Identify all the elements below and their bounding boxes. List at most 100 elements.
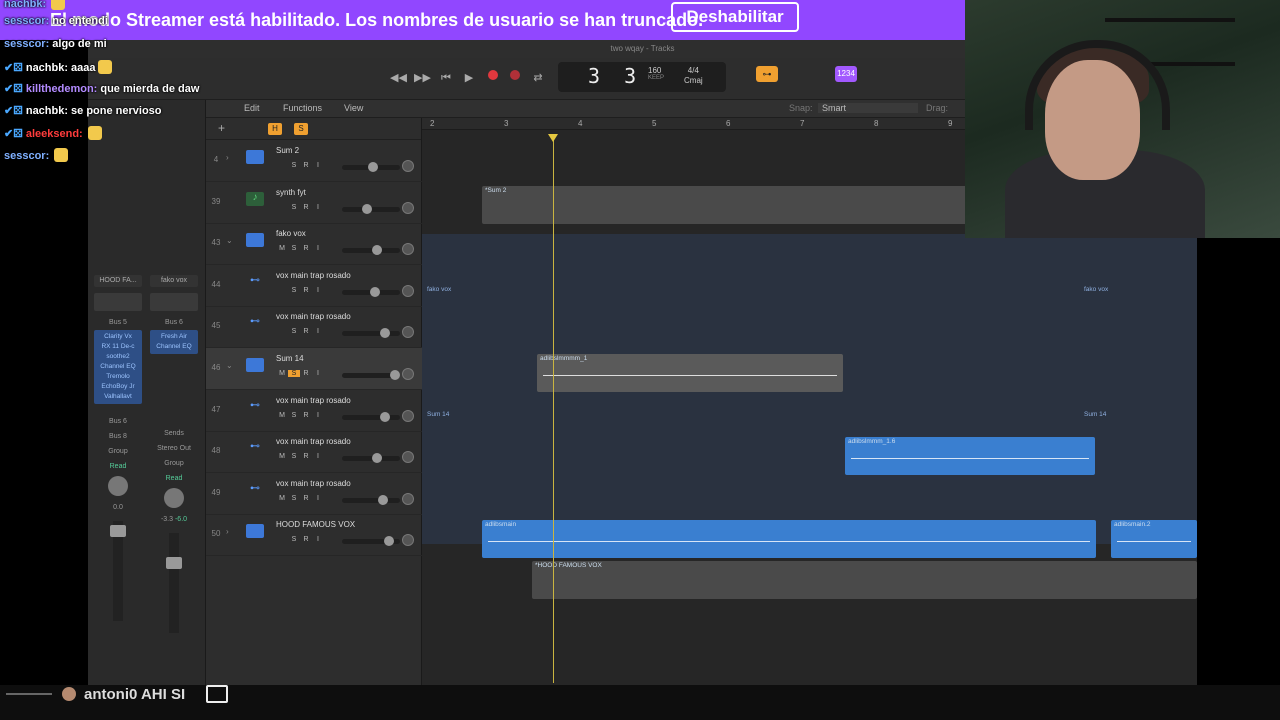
track-i-button[interactable]: I	[312, 370, 324, 377]
volume-slider[interactable]	[342, 328, 400, 339]
chat-username[interactable]: sesscor:	[4, 15, 49, 27]
pan-knob[interactable]	[402, 368, 414, 380]
track-s-button[interactable]: S	[288, 245, 300, 252]
track-name[interactable]: HOOD FAMOUS VOX	[276, 520, 355, 529]
send-slot[interactable]: Sends	[150, 430, 198, 437]
chat-username[interactable]: killthedemon:	[26, 83, 98, 95]
region-adlib1[interactable]: adlibslmmmm_1	[537, 354, 843, 392]
track-r-button[interactable]: R	[300, 370, 312, 377]
pan-knob[interactable]	[108, 476, 128, 496]
volume-slider[interactable]	[342, 162, 400, 172]
solo-all-button[interactable]: S	[294, 123, 308, 135]
plugin-slot[interactable]: soothe2	[96, 352, 140, 362]
plugin-slots[interactable]: Clarity Vx RX 11 De-c soothe2 Channel EQ…	[94, 330, 142, 404]
track-s-button[interactable]: S	[288, 453, 300, 460]
plugin-slot[interactable]: Channel EQ	[152, 342, 196, 352]
plugin-slot[interactable]: RX 11 De-c	[96, 342, 140, 352]
automation-mode[interactable]: Read	[150, 475, 198, 482]
track-name[interactable]: vox main trap rosado	[276, 271, 351, 280]
send-slot[interactable]: Bus 6	[94, 418, 142, 425]
plugin-slot[interactable]: Channel EQ	[96, 362, 140, 372]
region-adlib2[interactable]: adlibslmmm_1.6	[845, 437, 1095, 475]
add-track-icon[interactable]: +	[218, 121, 225, 135]
disclosure-icon[interactable]: ›	[226, 527, 229, 536]
disclosure-icon[interactable]: ⌄	[226, 361, 233, 370]
automation-mode[interactable]: Read	[94, 463, 142, 470]
volume-fader[interactable]	[110, 521, 126, 621]
pan-knob[interactable]	[402, 326, 414, 339]
output-slot[interactable]: Stereo Out	[150, 445, 198, 452]
track-name[interactable]: Sum 2	[276, 146, 299, 155]
track-r-button[interactable]: R	[300, 204, 312, 211]
pan-knob[interactable]	[402, 451, 414, 464]
track-s-button[interactable]: S	[288, 287, 300, 294]
track-s-button[interactable]: S	[288, 328, 300, 335]
group-slot[interactable]: Group	[150, 460, 198, 467]
plugin-slot[interactable]: Fresh Air	[152, 332, 196, 342]
track-r-button[interactable]: R	[300, 495, 312, 502]
view-menu[interactable]: View	[344, 103, 363, 113]
track-r-button[interactable]: R	[300, 328, 312, 335]
pan-knob[interactable]	[402, 284, 414, 297]
track-s-button[interactable]: S	[288, 204, 300, 211]
track-r-button[interactable]: R	[300, 287, 312, 294]
track-i-button[interactable]: I	[312, 204, 324, 211]
volume-slider[interactable]	[342, 370, 400, 380]
pan-knob[interactable]	[402, 534, 414, 547]
chat-username[interactable]: nachbk:	[26, 62, 68, 74]
track-r-button[interactable]: R	[300, 162, 312, 169]
pan-knob[interactable]	[402, 409, 414, 422]
rewind-icon[interactable]: ◀◀	[390, 70, 407, 86]
disable-button[interactable]: Deshabilitar	[671, 2, 799, 32]
volume-fader[interactable]	[166, 533, 182, 633]
track-s-button[interactable]: S	[288, 536, 300, 543]
fader-cap[interactable]	[110, 525, 126, 537]
playhead[interactable]	[553, 138, 554, 683]
plugin-slot[interactable]: Tremolo	[96, 372, 140, 382]
bus-slot[interactable]: Bus 5	[94, 319, 142, 326]
edit-menu[interactable]: Edit	[244, 103, 260, 113]
capture-record-icon[interactable]	[510, 70, 520, 80]
fader-cap[interactable]	[166, 557, 182, 569]
track-i-button[interactable]: I	[312, 287, 324, 294]
pan-knob[interactable]	[164, 488, 184, 508]
group-slot[interactable]: Group	[94, 448, 142, 455]
playhead-marker[interactable]	[548, 134, 558, 142]
track-s-button[interactable]: S	[288, 495, 300, 502]
track-name[interactable]: vox main trap rosado	[276, 312, 351, 321]
track-i-button[interactable]: I	[312, 245, 324, 252]
bus-slot[interactable]: Bus 6	[150, 319, 198, 326]
record-icon[interactable]	[488, 70, 498, 80]
region-adlibsmain2[interactable]: adlibsmain.2	[1111, 520, 1197, 558]
chat-username[interactable]: sesscor:	[4, 38, 49, 50]
track-s-button[interactable]: S	[288, 412, 300, 419]
track-name[interactable]: fako vox	[276, 229, 306, 238]
track-row[interactable]: 50 › HOOD FAMOUS VOX S R I	[206, 514, 422, 557]
track-s-button[interactable]: S	[288, 162, 300, 169]
eq-thumbnail[interactable]	[94, 293, 142, 311]
chat-username[interactable]: nachbk:	[4, 0, 46, 10]
hide-button[interactable]: H	[268, 123, 282, 135]
track-m-button[interactable]: M	[276, 453, 288, 460]
chat-username[interactable]: aleeksend:	[26, 128, 83, 140]
pan-knob[interactable]	[402, 492, 414, 505]
region-adlibsmain[interactable]: adlibsmain	[482, 520, 1096, 558]
volume-slider[interactable]	[342, 203, 400, 214]
track-r-button[interactable]: R	[300, 412, 312, 419]
track-i-button[interactable]: I	[312, 495, 324, 502]
volume-slider[interactable]	[342, 411, 400, 422]
track-i-button[interactable]: I	[312, 412, 324, 419]
track-name[interactable]: vox main trap rosado	[276, 479, 351, 488]
cycle-icon[interactable]: ⇄	[530, 70, 546, 86]
disclosure-icon[interactable]: ›	[226, 153, 229, 162]
volume-slider[interactable]	[342, 453, 400, 464]
track-row[interactable]: 39 ♪ synth fyt S R I	[206, 182, 422, 224]
forward-icon[interactable]: ▶▶	[414, 70, 431, 86]
plugin-slots[interactable]: Fresh Air Channel EQ	[150, 330, 198, 354]
track-s-button[interactable]: S	[288, 370, 300, 377]
volume-slider[interactable]	[342, 286, 400, 297]
play-icon[interactable]: ▶	[461, 70, 477, 86]
track-name[interactable]: Sum 14	[276, 354, 304, 363]
pan-knob[interactable]	[402, 243, 414, 256]
channel-label[interactable]: HOOD FA...	[94, 275, 142, 287]
